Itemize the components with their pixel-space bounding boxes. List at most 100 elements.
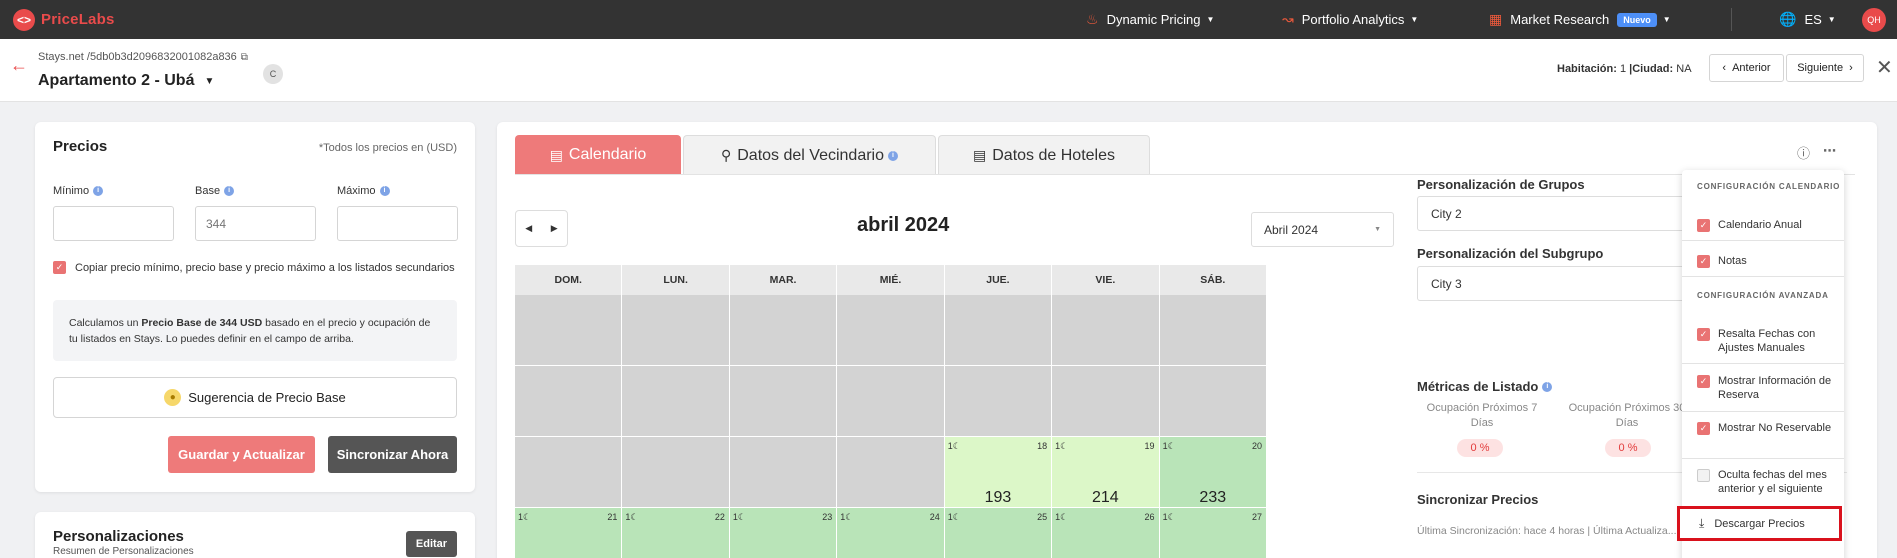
more-options-icon[interactable]: ⋯ bbox=[1823, 143, 1836, 159]
checkbox-checked-icon[interactable]: ✓ bbox=[53, 261, 66, 274]
month-navigation: ◀ ▶ bbox=[515, 210, 568, 247]
download-prices-button[interactable]: ⤓ Descargar Precios bbox=[1677, 506, 1842, 541]
bed-icon: ▤ bbox=[973, 147, 987, 163]
weekday-label: MIÉ. bbox=[837, 265, 945, 295]
group-select[interactable]: City 2 bbox=[1417, 196, 1687, 231]
grid-icon: ▦ bbox=[1489, 11, 1503, 27]
info-icon[interactable]: i bbox=[93, 186, 104, 196]
nav-market-research[interactable]: ▦ Market Research Nuevo ▼ bbox=[1489, 0, 1671, 39]
next-label: Siguiente bbox=[1797, 62, 1844, 74]
day-number: 25 bbox=[1037, 512, 1048, 522]
metric-7-days-value: 0 % bbox=[1457, 439, 1503, 457]
menu-divider bbox=[1682, 240, 1844, 241]
min-stay-indicator: 1☾ bbox=[947, 441, 961, 451]
option-mostrar-no-reservable[interactable]: ✓ Mostrar No Reservable bbox=[1697, 421, 1837, 435]
min-stay-indicator: 1☾ bbox=[1162, 441, 1176, 451]
base-price-label: Base i bbox=[195, 185, 235, 197]
calc-text-1: Calculamos un bbox=[69, 317, 142, 329]
prev-month-icon[interactable]: ◀ bbox=[525, 223, 532, 234]
option-notas[interactable]: ✓ Notas bbox=[1697, 254, 1837, 268]
lightbulb-icon: ● bbox=[164, 389, 182, 406]
min-stay-indicator: 1☾ bbox=[1162, 512, 1176, 522]
brand[interactable]: <> PriceLabs bbox=[13, 8, 115, 31]
menu-divider bbox=[1682, 363, 1844, 364]
download-icon: ⤓ bbox=[1699, 516, 1705, 530]
new-badge: Nuevo bbox=[1617, 12, 1657, 27]
next-month-icon[interactable]: ▶ bbox=[551, 223, 558, 234]
info-circle-icon[interactable]: ⓘ bbox=[1797, 143, 1810, 162]
calendar-day[interactable]: 1☾ 26 bbox=[1052, 508, 1160, 558]
subgroup-select[interactable]: City 3 bbox=[1417, 266, 1687, 301]
checkbox-checked-icon[interactable]: ✓ bbox=[1697, 328, 1710, 341]
day-number: 21 bbox=[607, 512, 618, 522]
option-resalta-fechas[interactable]: ✓ Resalta Fechas con Ajustes Manuales bbox=[1697, 327, 1837, 355]
weekday-label: LUN. bbox=[622, 265, 730, 295]
habitacion-label: Habitación: bbox=[1557, 63, 1617, 75]
info-icon[interactable]: i bbox=[888, 150, 899, 161]
calendar-day[interactable]: 1☾ 22 bbox=[622, 508, 730, 558]
option-label: Mostrar No Reservable bbox=[1718, 422, 1832, 434]
menu-divider bbox=[1682, 411, 1844, 412]
month-select[interactable]: Abril 2024 ▼ bbox=[1251, 212, 1394, 247]
option-label: Notas bbox=[1718, 255, 1747, 267]
prices-card: Precios *Todos los precios en (USD) Míni… bbox=[35, 122, 475, 492]
option-mostrar-info-reserva[interactable]: ✓ Mostrar Información de Reserva bbox=[1697, 374, 1837, 402]
checkbox-checked-icon[interactable]: ✓ bbox=[1697, 219, 1710, 232]
close-icon[interactable]: ✕ bbox=[1876, 55, 1893, 80]
tab-calendario[interactable]: ▤ Calendario bbox=[515, 135, 681, 175]
base-price-suggestion-button[interactable]: ● Sugerencia de Precio Base bbox=[53, 377, 457, 418]
min-stay-indicator: 1☾ bbox=[518, 512, 532, 522]
option-oculta-fechas[interactable]: Oculta fechas del mes anterior y el sigu… bbox=[1697, 468, 1837, 496]
base-price-input[interactable] bbox=[195, 206, 316, 241]
sync-now-button[interactable]: Sincronizar Ahora bbox=[328, 436, 457, 473]
info-icon[interactable]: i bbox=[224, 186, 235, 196]
nav-dynamic-pricing-label: Dynamic Pricing bbox=[1106, 12, 1201, 27]
previous-listing-button[interactable]: ‹ Anterior bbox=[1709, 54, 1784, 82]
calendar-day[interactable]: 1☾ 27 bbox=[1159, 508, 1267, 558]
back-arrow-icon[interactable]: ← bbox=[10, 55, 28, 76]
language-selector[interactable]: 🌐 ES ▼ bbox=[1779, 0, 1836, 39]
day-number: 22 bbox=[714, 512, 725, 522]
option-calendario-anual[interactable]: ✓ Calendario Anual bbox=[1697, 218, 1837, 232]
calendar-day[interactable]: 1☾ 21 bbox=[515, 508, 623, 558]
tab-vecindario-label: Datos del Vecindario bbox=[737, 146, 885, 164]
nav-dynamic-pricing[interactable]: ♨ Dynamic Pricing ▼ bbox=[1086, 0, 1214, 39]
external-link-icon[interactable]: ⧉ bbox=[241, 52, 248, 63]
copy-prices-option[interactable]: ✓ Copiar precio mínimo, precio base y pr… bbox=[53, 261, 455, 274]
brand-name: PriceLabs bbox=[41, 11, 115, 28]
calendar-config-heading: CONFIGURACIÓN CALENDARIO bbox=[1697, 182, 1841, 191]
checkbox-unchecked-icon[interactable] bbox=[1697, 469, 1710, 482]
user-avatar[interactable]: QH bbox=[1862, 8, 1886, 32]
breadcrumb-text[interactable]: Stays.net /5db0b3d2096832001082a836 bbox=[38, 51, 237, 63]
next-listing-button[interactable]: Siguiente › bbox=[1786, 54, 1864, 82]
listing-header: ← Stays.net /5db0b3d2096832001082a836 ⧉ A… bbox=[0, 39, 1897, 102]
tab-datos-hoteles[interactable]: ▤ Datos de Hoteles bbox=[938, 135, 1150, 175]
option-label: Oculta fechas del mes anterior y el sigu… bbox=[1718, 469, 1827, 495]
calendar-day[interactable]: 1☾ 25 bbox=[944, 508, 1053, 558]
info-icon[interactable]: i bbox=[379, 186, 390, 196]
edit-button[interactable]: Editar bbox=[406, 531, 457, 557]
chevron-left-icon: ‹ bbox=[1722, 62, 1727, 74]
calendar-day[interactable]: 1☾ 20 233 bbox=[1159, 437, 1267, 508]
checkbox-checked-icon[interactable]: ✓ bbox=[1697, 375, 1710, 388]
calendar-day[interactable]: 1☾ 24 bbox=[837, 508, 945, 558]
listing-title-selector[interactable]: Apartamento 2 - Ubá ▼ bbox=[38, 72, 214, 90]
calendar-day[interactable]: 1☾ 19 214 bbox=[1052, 437, 1160, 508]
min-stay-indicator: 1☾ bbox=[625, 512, 639, 522]
sync-prices-label: Sincronizar Precios bbox=[1417, 492, 1538, 507]
trend-chart-icon: ↝ bbox=[1282, 11, 1294, 27]
checkbox-checked-icon[interactable]: ✓ bbox=[1697, 255, 1710, 268]
min-price-input[interactable] bbox=[53, 206, 174, 241]
info-icon[interactable]: i bbox=[1542, 381, 1553, 392]
checkbox-checked-icon[interactable]: ✓ bbox=[1697, 422, 1710, 435]
customizations-subtitle: Resumen de Personalizaciones bbox=[53, 546, 194, 557]
calendar-empty-day bbox=[1159, 366, 1267, 437]
calendar-day[interactable]: 1☾ 18 193 bbox=[944, 437, 1053, 508]
calendar-empty-day bbox=[515, 295, 623, 366]
max-price-input[interactable] bbox=[337, 206, 458, 241]
save-and-update-button[interactable]: Guardar y Actualizar bbox=[168, 436, 315, 473]
calendar-day[interactable]: 1☾ 23 bbox=[729, 508, 838, 558]
tab-datos-vecindario[interactable]: ⚲ Datos del Vecindario i bbox=[683, 135, 936, 175]
metric-7-days-label: Ocupación Próximos 7 Días bbox=[1426, 402, 1538, 429]
nav-portfolio-analytics[interactable]: ↝ Portfolio Analytics ▼ bbox=[1282, 0, 1418, 39]
